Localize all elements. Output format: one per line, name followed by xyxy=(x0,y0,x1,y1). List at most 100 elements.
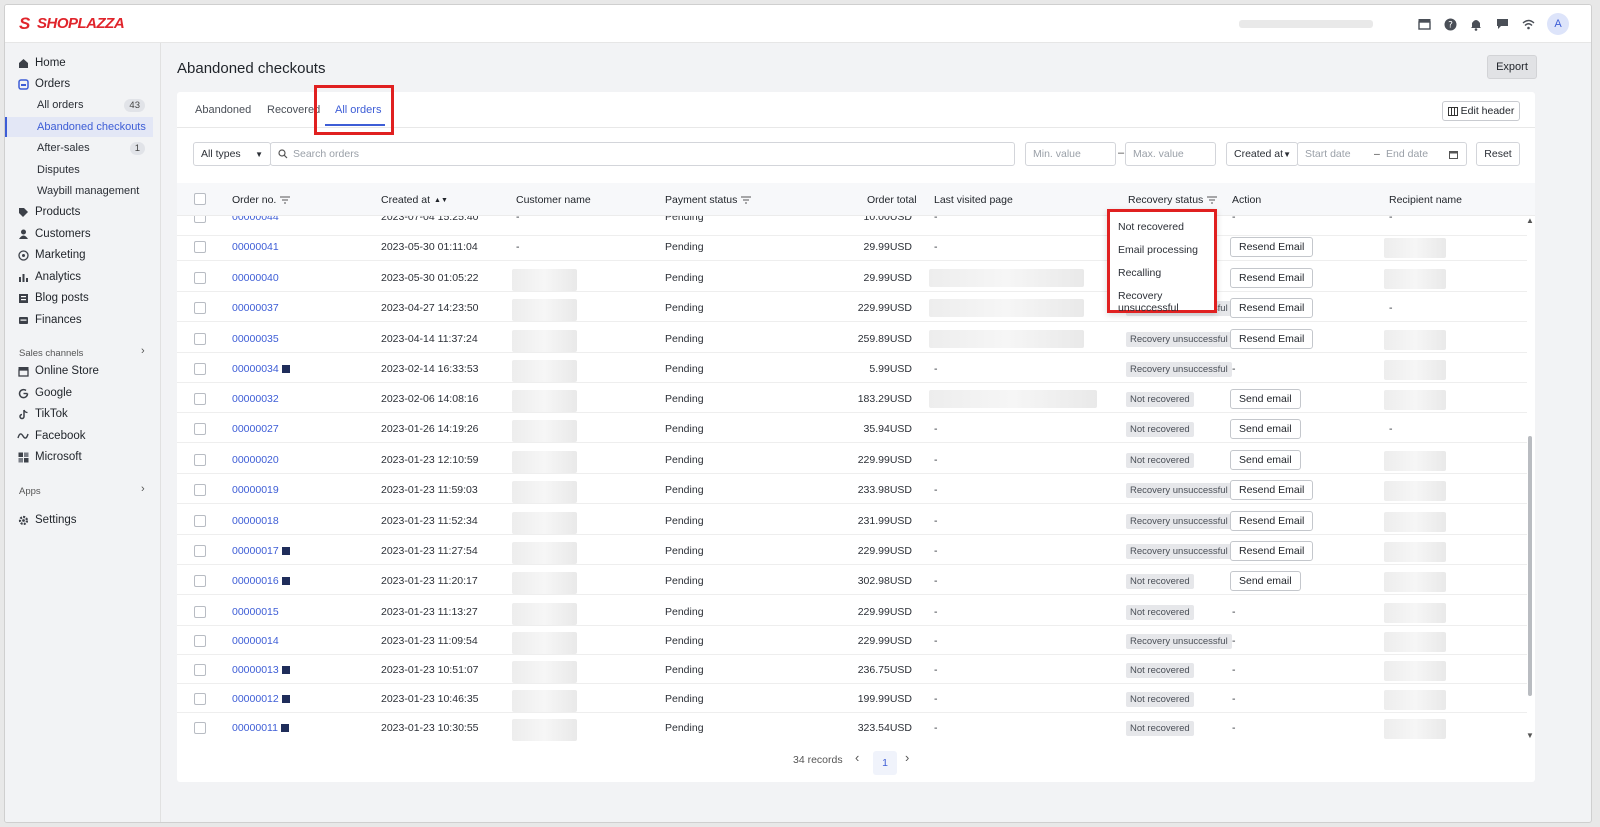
row-checkbox[interactable] xyxy=(194,241,206,253)
sidebar-item-home[interactable]: Home xyxy=(5,53,161,73)
filter-icon[interactable] xyxy=(280,196,291,204)
scroll-thumb[interactable] xyxy=(1528,436,1532,696)
bell-icon[interactable] xyxy=(1469,17,1483,31)
order-number-link[interactable]: 00000013 xyxy=(232,664,290,676)
max-value-input[interactable]: Max. value xyxy=(1125,142,1216,166)
sidebar-item-tiktok[interactable]: TikTok xyxy=(5,404,161,424)
order-number-link[interactable]: 00000020 xyxy=(232,454,279,466)
tab-abandoned[interactable]: Abandoned xyxy=(195,104,251,116)
send-email-button[interactable]: Send email xyxy=(1230,419,1301,439)
sidebar-item-settings[interactable]: Settings xyxy=(5,510,161,530)
order-number[interactable]: 00000040 xyxy=(232,272,279,284)
filter-option-recalling[interactable]: Recalling xyxy=(1118,267,1161,279)
table-scrollbar[interactable]: ▲ ▼ xyxy=(1526,216,1534,741)
filter-option-recovery-unsuccessful[interactable]: Recovery unsuccessful xyxy=(1118,290,1214,314)
table-row[interactable]: 00000040 2023-05-30 01:05:22 Pending 29.99U… xyxy=(177,262,1527,292)
page-number-button[interactable]: 1 xyxy=(873,751,897,775)
sidebar-item-customers[interactable]: Customers xyxy=(5,224,161,244)
resend-email-button[interactable]: Resend Email xyxy=(1230,511,1314,531)
table-row[interactable]: 00000041 2023-05-30 01:11:04 - Pending 29.99… xyxy=(177,231,1527,261)
order-number[interactable]: 00000032 xyxy=(232,393,279,405)
scroll-up-icon[interactable]: ▲ xyxy=(1526,216,1534,225)
sidebar-subitem-all-orders[interactable]: All orders 43 xyxy=(5,95,153,115)
row-checkbox[interactable] xyxy=(194,302,206,314)
order-number-link[interactable]: 00000014 xyxy=(232,635,279,647)
sidebar-item-facebook[interactable]: Facebook xyxy=(5,426,161,446)
order-number-link[interactable]: 00000044 xyxy=(232,216,279,223)
table-row[interactable]: 00000019 2023-01-23 11:59:03 Pending 233.98… xyxy=(177,474,1527,504)
chevron-right-icon[interactable]: › xyxy=(141,483,145,495)
resend-email-button[interactable]: Resend Email xyxy=(1230,329,1314,349)
order-number-link[interactable]: 00000019 xyxy=(232,484,279,496)
resend-email-button[interactable]: Resend Email xyxy=(1230,268,1314,288)
edit-header-button[interactable]: Edit header xyxy=(1442,101,1520,121)
order-number-link[interactable]: 00000035 xyxy=(232,333,279,345)
reset-button[interactable]: Reset xyxy=(1476,142,1520,166)
row-checkbox[interactable] xyxy=(194,693,206,705)
table-row[interactable]: 00000015 2023-01-23 11:13:27 Pending 229.99… xyxy=(177,596,1527,626)
row-checkbox[interactable] xyxy=(194,606,206,618)
sidebar-subitem-waybill-management[interactable]: Waybill management xyxy=(5,181,153,201)
sidebar-item-online-store[interactable]: Online Store xyxy=(5,361,161,381)
table-row[interactable]: 00000020 2023-01-23 12:10:59 Pending 229.99… xyxy=(177,444,1527,474)
table-row[interactable]: 00000017 2023-01-23 11:27:54 Pending 229.99… xyxy=(177,535,1527,565)
table-row[interactable]: 00000034 2023-02-14 16:33:53 Pending 5.99US… xyxy=(177,353,1527,383)
filter-icon[interactable] xyxy=(741,196,752,204)
date-range-input[interactable]: Start date – End date xyxy=(1297,142,1467,166)
order-number-link[interactable]: 00000032 xyxy=(232,393,279,405)
export-button[interactable]: Export xyxy=(1487,55,1537,79)
type-select[interactable]: All types ▼ xyxy=(193,142,271,166)
table-row[interactable]: 00000012 2023-01-23 10:46:35 Pending 199.99… xyxy=(177,683,1527,713)
order-number-link[interactable]: 00000027 xyxy=(232,423,279,435)
table-row[interactable]: 00000014 2023-01-23 11:09:54 Pending 229.99… xyxy=(177,625,1527,655)
date-field-select[interactable]: Created at ▼ xyxy=(1226,142,1298,166)
order-number-link[interactable]: 00000041 xyxy=(232,241,279,253)
row-checkbox[interactable] xyxy=(194,635,206,647)
order-number-link[interactable]: 00000017 xyxy=(232,545,290,557)
order-number[interactable]: 00000011 xyxy=(232,722,278,734)
sidebar-item-google[interactable]: Google xyxy=(5,383,161,403)
chat-icon[interactable] xyxy=(1495,17,1509,31)
order-number-link[interactable]: 00000015 xyxy=(232,606,279,618)
chevron-right-icon[interactable]: › xyxy=(141,345,145,357)
row-checkbox[interactable] xyxy=(194,515,206,527)
avatar[interactable]: A xyxy=(1547,13,1569,35)
sidebar-item-orders[interactable]: Orders xyxy=(5,74,161,94)
column-created-at[interactable]: Created at ▲▼ xyxy=(381,194,448,206)
row-checkbox[interactable] xyxy=(194,484,206,496)
row-checkbox[interactable] xyxy=(194,722,206,734)
min-value-input[interactable]: Min. value xyxy=(1025,142,1116,166)
order-number[interactable]: 00000020 xyxy=(232,454,279,466)
table-row[interactable]: 00000035 2023-04-14 11:37:24 Pending 259.89… xyxy=(177,323,1527,353)
filter-option-not-recovered[interactable]: Not recovered xyxy=(1118,221,1184,233)
shoplazza-logo[interactable]: S SHOPLAZZA xyxy=(19,15,125,33)
prev-page-icon[interactable]: ‹ xyxy=(855,750,859,765)
sidebar-subitem-abandoned-checkouts[interactable]: Abandoned checkouts xyxy=(5,117,153,137)
table-row[interactable]: 00000032 2023-02-06 14:08:16 Pending 183.29… xyxy=(177,383,1527,413)
order-number-link[interactable]: 00000012 xyxy=(232,693,290,705)
order-number[interactable]: 00000014 xyxy=(232,635,279,647)
order-number[interactable]: 00000041 xyxy=(232,241,279,253)
sidebar-subitem-disputes[interactable]: Disputes xyxy=(5,160,153,180)
next-page-icon[interactable]: › xyxy=(905,750,909,765)
wifi-icon[interactable] xyxy=(1521,17,1535,31)
send-email-button[interactable]: Send email xyxy=(1230,389,1301,409)
order-number[interactable]: 00000019 xyxy=(232,484,279,496)
row-checkbox[interactable] xyxy=(194,216,206,223)
order-number-link[interactable]: 00000040 xyxy=(232,272,279,284)
sidebar-subitem-after-sales[interactable]: After-sales 1 xyxy=(5,138,153,158)
order-number[interactable]: 00000013 xyxy=(232,664,279,676)
order-number[interactable]: 00000035 xyxy=(232,333,279,345)
search-input[interactable]: Search orders xyxy=(270,142,1015,166)
order-number-link[interactable]: 00000034 xyxy=(232,363,290,375)
row-checkbox[interactable] xyxy=(194,545,206,557)
order-number-link[interactable]: 00000037 xyxy=(232,302,279,314)
sidebar-item-analytics[interactable]: Analytics xyxy=(5,267,161,287)
row-checkbox[interactable] xyxy=(194,393,206,405)
row-checkbox[interactable] xyxy=(194,454,206,466)
order-number[interactable]: 00000017 xyxy=(232,545,279,557)
row-checkbox[interactable] xyxy=(194,333,206,345)
resend-email-button[interactable]: Resend Email xyxy=(1230,480,1314,500)
filter-option-email-processing[interactable]: Email processing xyxy=(1118,244,1198,256)
order-number-link[interactable]: 00000018 xyxy=(232,515,279,527)
